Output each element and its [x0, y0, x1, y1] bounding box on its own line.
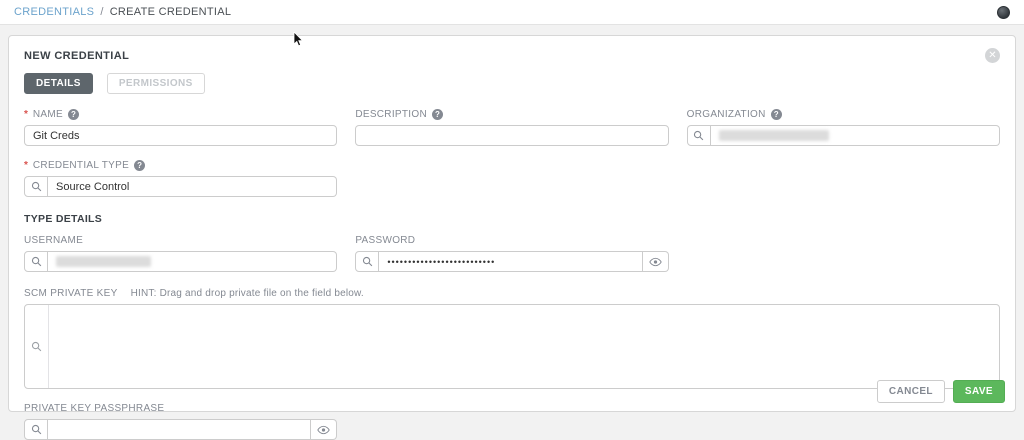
name-label: NAME: [33, 109, 63, 120]
masked-value: [719, 130, 829, 141]
name-field-group: * NAME ?: [24, 109, 337, 146]
help-icon[interactable]: ?: [68, 109, 79, 120]
credential-type-field-group: * CREDENTIAL TYPE ?: [24, 160, 337, 197]
private-key-passphrase-label: PRIVATE KEY PASSPHRASE: [24, 403, 164, 414]
organization-input[interactable]: [711, 125, 1000, 146]
tab-details[interactable]: DETAILS: [24, 73, 93, 94]
eye-icon: [649, 257, 662, 267]
password-show-button[interactable]: [643, 251, 669, 272]
credential-type-lookup-button[interactable]: [24, 176, 48, 197]
help-icon[interactable]: ?: [432, 109, 443, 120]
breadcrumb: CREDENTIALS / CREATE CREDENTIAL: [14, 6, 231, 18]
card-header: NEW CREDENTIAL ✕: [24, 48, 1000, 63]
type-details-section-title: TYPE DETAILS: [24, 213, 1000, 225]
description-field-group: DESCRIPTION ?: [355, 109, 668, 146]
scm-private-key-lookup-button[interactable]: [25, 305, 49, 388]
eye-icon: [317, 425, 330, 435]
cancel-button[interactable]: CANCEL: [877, 380, 945, 403]
tab-bar: DETAILS PERMISSIONS: [24, 73, 1000, 94]
password-input[interactable]: [379, 251, 642, 272]
new-credential-card: NEW CREDENTIAL ✕ DETAILS PERMISSIONS * N…: [8, 35, 1016, 412]
password-field-group: PASSWORD: [355, 235, 668, 272]
search-icon: [693, 130, 704, 141]
credential-type-input[interactable]: [48, 176, 337, 197]
search-icon: [31, 181, 42, 192]
required-marker: *: [24, 160, 28, 171]
page-body: NEW CREDENTIAL ✕ DETAILS PERMISSIONS * N…: [0, 25, 1024, 422]
breadcrumb-current: CREATE CREDENTIAL: [110, 6, 232, 18]
private-key-passphrase-field-group: PRIVATE KEY PASSPHRASE: [24, 403, 337, 440]
scm-private-key-textarea[interactable]: [49, 305, 999, 388]
save-button[interactable]: SAVE: [953, 380, 1005, 403]
help-icon[interactable]: ?: [134, 160, 145, 171]
top-navbar: CREDENTIALS / CREATE CREDENTIAL: [0, 0, 1024, 25]
search-icon: [31, 256, 42, 267]
tab-permissions[interactable]: PERMISSIONS: [107, 73, 205, 94]
username-input[interactable]: [48, 251, 337, 272]
password-label: PASSWORD: [355, 235, 415, 246]
username-lookup-button[interactable]: [24, 251, 48, 272]
scm-private-key-label: SCM PRIVATE KEY: [24, 288, 118, 299]
search-icon: [362, 256, 373, 267]
page-title: NEW CREDENTIAL: [24, 50, 129, 62]
name-input[interactable]: [24, 125, 337, 146]
help-icon[interactable]: ?: [771, 109, 782, 120]
avatar-icon[interactable]: [997, 6, 1010, 19]
password-lookup-button[interactable]: [355, 251, 379, 272]
passphrase-show-button[interactable]: [311, 419, 337, 440]
scm-private-key-field-group: SCM PRIVATE KEY HINT: Drag and drop priv…: [24, 288, 1000, 389]
username-field-group: USERNAME: [24, 235, 337, 272]
form-row-3: USERNAME PASSWORD: [24, 235, 1000, 272]
search-icon: [31, 424, 42, 435]
scm-private-key-dropzone[interactable]: [24, 304, 1000, 389]
organization-lookup-button[interactable]: [687, 125, 711, 146]
username-label: USERNAME: [24, 235, 83, 246]
organization-label: ORGANIZATION: [687, 109, 766, 120]
organization-field-group: ORGANIZATION ?: [687, 109, 1000, 146]
description-input[interactable]: [355, 125, 668, 146]
masked-value: [56, 256, 151, 267]
passphrase-input[interactable]: [48, 419, 311, 440]
breadcrumb-separator: /: [100, 6, 103, 18]
form-actions: CANCEL SAVE: [877, 380, 1005, 403]
passphrase-lookup-button[interactable]: [24, 419, 48, 440]
breadcrumb-credentials-link[interactable]: CREDENTIALS: [14, 6, 94, 18]
required-marker: *: [24, 109, 28, 120]
close-icon[interactable]: ✕: [985, 48, 1000, 63]
scm-private-key-hint: HINT: Drag and drop private file on the …: [131, 288, 364, 299]
form-row-1: * NAME ? DESCRIPTION ? ORGANIZATION ?: [24, 109, 1000, 146]
description-label: DESCRIPTION: [355, 109, 427, 120]
search-icon: [31, 341, 42, 352]
credential-type-label: CREDENTIAL TYPE: [33, 160, 129, 171]
